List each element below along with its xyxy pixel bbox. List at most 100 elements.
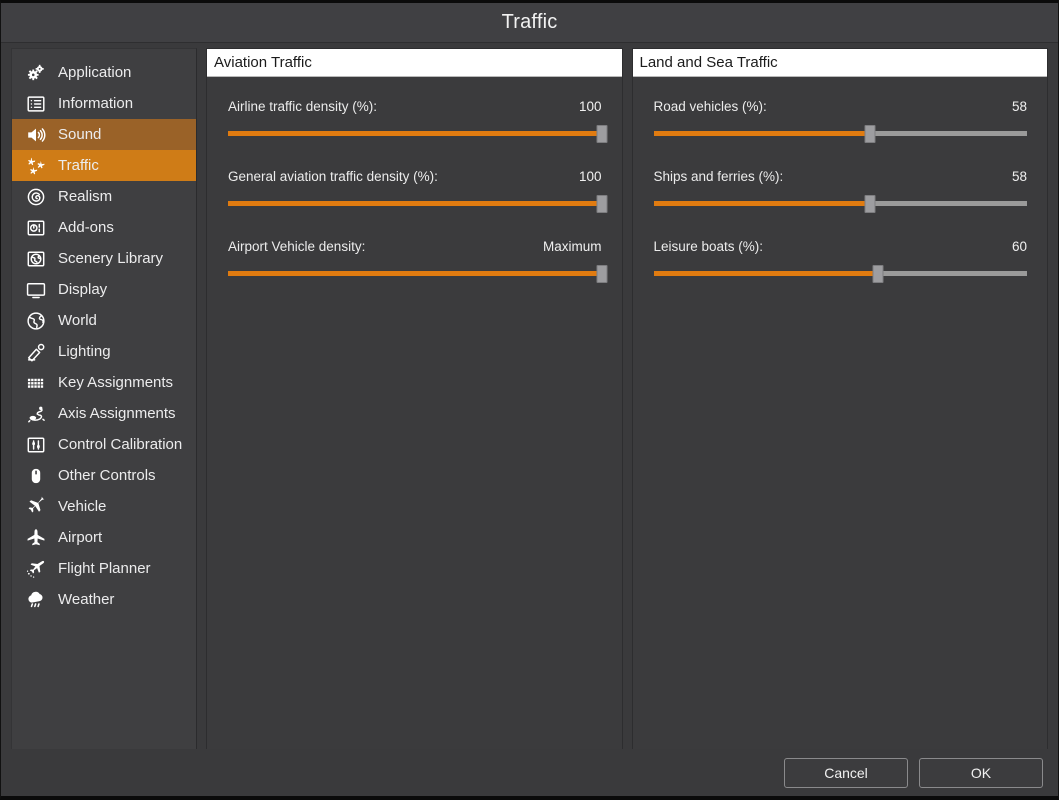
sidebar-item-label: Weather — [58, 591, 115, 608]
slider-fill — [653, 201, 871, 206]
sidebar-item-scenery-library[interactable]: Scenery Library — [12, 243, 196, 274]
sidebar-item-label: Scenery Library — [58, 250, 164, 267]
slider-group: Leisure boats (%): 60 — [653, 239, 1028, 283]
sidebar-item-label: Sound — [58, 126, 102, 143]
slider-group: Road vehicles (%): 58 — [653, 99, 1027, 143]
window-titlebar: Traffic — [1, 3, 1058, 43]
slider-label: Airline traffic density (%): — [228, 99, 378, 114]
slider-label: Ships and ferries (%): — [653, 169, 784, 184]
multiple-aircraft-icon — [25, 155, 47, 177]
slider-label-row: General aviation traffic density (%): 100 — [228, 169, 602, 184]
sidebar-item-label: Other Controls — [58, 467, 156, 484]
slider-fill — [228, 201, 602, 206]
cancel-button[interactable]: Cancel — [784, 757, 908, 788]
slider-label: Leisure boats (%): — [653, 239, 764, 254]
sidebar-item-add-ons[interactable]: Add-ons — [12, 212, 196, 243]
settings-window: Traffic Application Information Sound Traff… — [0, 0, 1059, 800]
spiral-circle-icon — [25, 186, 47, 208]
window-body: Application Information Sound Traffic Realis… — [1, 43, 1058, 756]
slider-group: Ships and ferries (%): 58 — [653, 169, 1028, 213]
sidebar-item-label: Airport — [58, 529, 103, 546]
sidebar-item-label: Add-ons — [58, 219, 114, 236]
slider-thumb[interactable] — [872, 265, 884, 283]
slider-fill — [228, 131, 602, 136]
sidebar-item-realism[interactable]: Realism — [12, 181, 196, 212]
gears-icon — [25, 62, 47, 84]
slider-control[interactable] — [653, 125, 1027, 143]
slider-thumb[interactable] — [864, 125, 876, 143]
sidebar-item-control-calibration[interactable]: Control Calibration — [12, 429, 196, 460]
slider-fill — [653, 271, 878, 276]
settings-category-sidebar: Application Information Sound Traffic Realis… — [11, 48, 197, 756]
sidebar-item-information[interactable]: Information — [12, 88, 196, 119]
window-title: Traffic — [501, 11, 558, 33]
slider-control[interactable] — [228, 265, 607, 283]
slider-group: Airport Vehicle density: Maximum — [228, 239, 607, 283]
slider-label-row: Leisure boats (%): 60 — [654, 239, 1028, 254]
slider-label-row: Ships and ferries (%): 58 — [654, 169, 1028, 184]
sidebar-item-label: Axis Assignments — [58, 405, 176, 422]
slider-value: 58 — [1011, 169, 1027, 184]
ok-button[interactable]: OK — [919, 757, 1043, 788]
slider-control[interactable] — [653, 195, 1027, 213]
airplane-top-icon — [25, 527, 47, 549]
globe-square-icon — [25, 248, 47, 270]
sidebar-item-axis-assignments[interactable]: Axis Assignments — [12, 398, 196, 429]
sidebar-item-airport[interactable]: Airport — [12, 522, 196, 553]
speaker-icon — [25, 124, 47, 146]
sidebar-item-traffic[interactable]: Traffic — [12, 150, 196, 181]
slider-thumb[interactable] — [596, 125, 607, 143]
slider-fill — [228, 271, 602, 276]
slider-thumb[interactable] — [596, 195, 607, 213]
mouse-icon — [25, 465, 47, 487]
sidebar-item-label: Display — [58, 281, 108, 298]
sidebar-item-lighting[interactable]: Lighting — [12, 336, 196, 367]
sidebar-item-label: Realism — [58, 188, 113, 205]
panel-title-land-sea: Land and Sea Traffic — [632, 49, 1047, 77]
slider-label: Road vehicles (%): — [653, 99, 767, 114]
panel-body-land-sea: Road vehicles (%): 58 Ships and ferries (%… — [633, 77, 1048, 755]
sidebar-item-weather[interactable]: Weather — [12, 584, 196, 615]
sidebar-item-label: Traffic — [58, 157, 99, 174]
sidebar-item-label: Flight Planner — [58, 560, 151, 577]
panel-body-aviation: Airline traffic density (%): 100 General a… — [207, 77, 622, 755]
sliders-box-icon — [25, 434, 47, 456]
sidebar-item-label: Application — [58, 64, 132, 81]
sidebar-item-label: Control Calibration — [58, 436, 183, 453]
slider-control[interactable] — [228, 125, 607, 143]
plugin-box-icon — [25, 217, 47, 239]
keyboard-grid-icon — [25, 372, 47, 394]
slider-label-row: Airline traffic density (%): 100 — [228, 99, 602, 114]
panel-title-aviation: Aviation Traffic — [207, 49, 622, 77]
sidebar-item-application[interactable]: Application — [12, 57, 196, 88]
lamp-icon — [25, 341, 47, 363]
monitor-icon — [25, 279, 47, 301]
joystick-icon — [25, 403, 47, 425]
slider-thumb[interactable] — [864, 195, 876, 213]
slider-fill — [653, 131, 871, 136]
slider-value: 100 — [578, 169, 602, 184]
panel-aviation-traffic: Aviation Traffic Airline traffic density… — [206, 48, 623, 756]
list-document-icon — [25, 93, 47, 115]
slider-value: 100 — [578, 99, 602, 114]
slider-value: 58 — [1011, 99, 1027, 114]
slider-group: Airline traffic density (%): 100 — [228, 99, 607, 143]
sidebar-item-other-controls[interactable]: Other Controls — [12, 460, 196, 491]
sidebar-item-label: Key Assignments — [58, 374, 174, 391]
sidebar-item-sound[interactable]: Sound — [12, 119, 196, 150]
slider-control[interactable] — [228, 195, 607, 213]
slider-value: Maximum — [542, 239, 602, 254]
rain-cloud-icon — [25, 589, 47, 611]
slider-label-row: Airport Vehicle density: Maximum — [228, 239, 602, 254]
sidebar-item-flight-planner[interactable]: Flight Planner — [12, 553, 196, 584]
sidebar-item-key-assignments[interactable]: Key Assignments — [12, 367, 196, 398]
sidebar-item-label: Lighting — [58, 343, 111, 360]
sidebar-item-display[interactable]: Display — [12, 274, 196, 305]
sidebar-item-label: Information — [58, 95, 134, 112]
sidebar-item-vehicle[interactable]: Vehicle — [12, 491, 196, 522]
sidebar-item-world[interactable]: World — [12, 305, 196, 336]
airplane-banking-icon — [25, 495, 47, 518]
slider-control[interactable] — [653, 265, 1027, 283]
slider-thumb[interactable] — [596, 265, 607, 283]
panel-land-sea-traffic: Land and Sea Traffic Road vehicles (%): 5… — [631, 48, 1048, 756]
